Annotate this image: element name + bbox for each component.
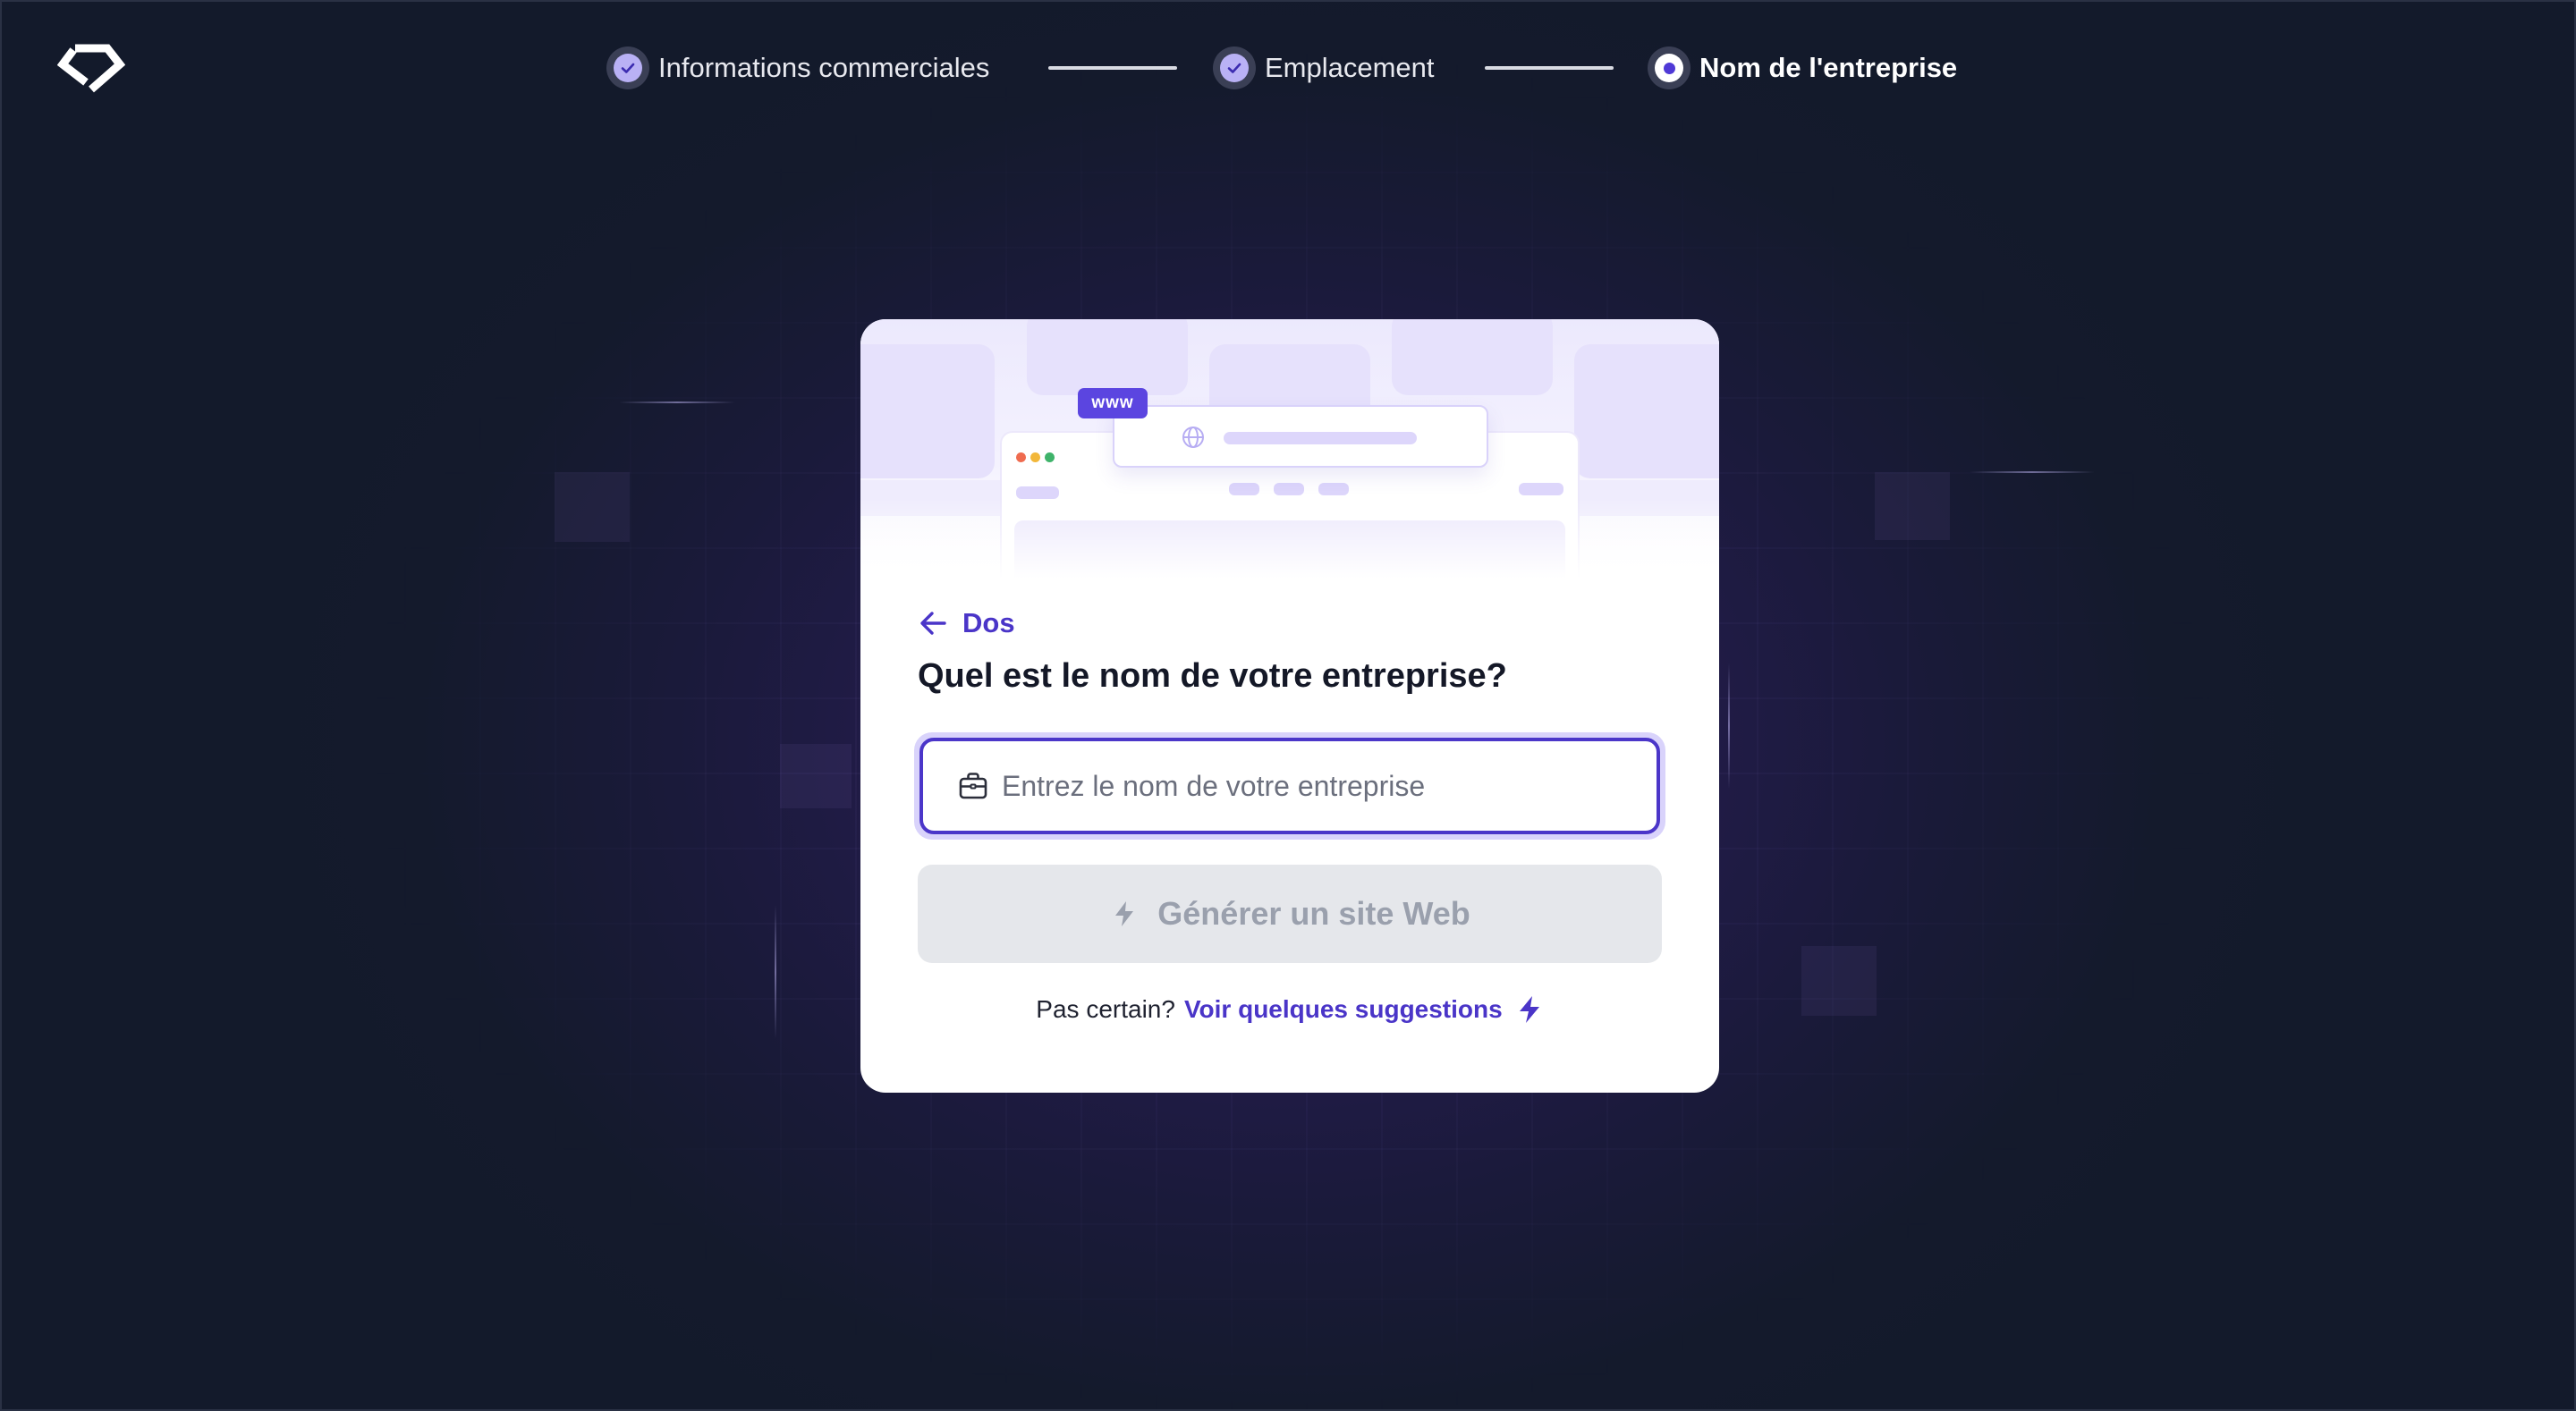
onboarding-screen: Informations commerciales Emplacement No… [0, 0, 2576, 1411]
bolt-icon [1115, 901, 1134, 926]
see-suggestions-link[interactable]: Voir quelques suggestions [1184, 995, 1503, 1024]
step-status [1213, 46, 1256, 89]
check-icon [1227, 63, 1241, 73]
grid-tile [1875, 472, 1950, 540]
business-name-field [914, 732, 1665, 840]
bolt-icon[interactable] [1515, 994, 1544, 1025]
check-icon [621, 63, 635, 73]
step-connector [1485, 66, 1614, 70]
globe-icon [1182, 427, 1204, 448]
step-connector [1048, 66, 1177, 70]
onboarding-stepper: Informations commerciales Emplacement No… [2, 43, 2574, 93]
step-informations-commerciales[interactable]: Informations commerciales [606, 43, 989, 93]
light-streak [1970, 471, 2095, 473]
business-name-card: www Dos Quel est le nom de votre entrepr… [860, 319, 1719, 1093]
generate-website-button[interactable]: Générer un site Web [918, 865, 1662, 963]
step-label: Informations commerciales [658, 52, 990, 83]
step-label: Emplacement [1265, 52, 1435, 83]
business-name-input[interactable] [1002, 769, 1628, 803]
grid-tile [780, 744, 852, 808]
back-label: Dos [962, 607, 1015, 638]
arrow-left-icon [920, 612, 946, 635]
suggestion-prompt: Pas certain? [1036, 995, 1175, 1023]
step-status [606, 46, 649, 89]
step-label: Nom de l'entreprise [1699, 52, 1958, 83]
step-emplacement[interactable]: Emplacement [1213, 43, 1435, 93]
generate-button-label: Générer un site Web [1157, 895, 1470, 932]
website-illustration: www [860, 319, 1719, 579]
page-title: Quel est le nom de votre entreprise? [918, 657, 1507, 695]
suggestions-row: Pas certain? Voir quelques suggestions [2, 994, 2574, 1025]
light-streak [619, 401, 735, 403]
briefcase-icon [959, 773, 987, 799]
url-bar-illustration [1113, 405, 1488, 468]
www-badge: www [1078, 388, 1148, 418]
step-nom-entreprise[interactable]: Nom de l'entreprise [1648, 43, 1957, 93]
back-button[interactable]: Dos [918, 605, 1015, 641]
grid-tile [555, 472, 630, 542]
light-streak [1728, 663, 1730, 789]
radio-dot-icon [1648, 46, 1690, 89]
